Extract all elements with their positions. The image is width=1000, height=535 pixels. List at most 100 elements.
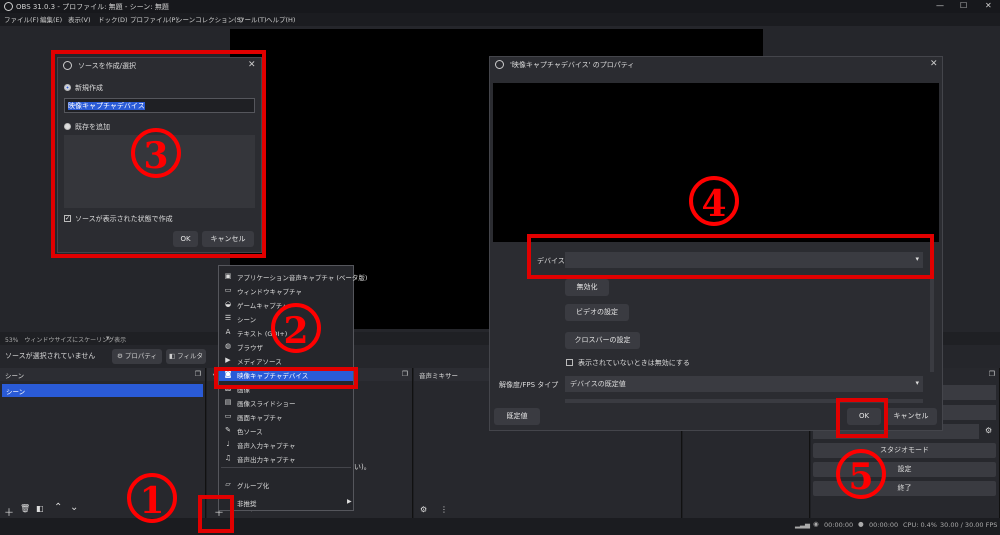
resolution-type-select[interactable]: デバイスの既定値 ▾ bbox=[565, 376, 923, 392]
menu-help[interactable]: ヘルプ(H) bbox=[266, 14, 295, 24]
gamepad-icon: ◒ bbox=[224, 300, 232, 308]
chevron-down-icon: ▾ bbox=[915, 379, 919, 387]
disable-button[interactable]: 無効化 bbox=[565, 279, 609, 296]
more-icon[interactable]: ⋮ bbox=[440, 505, 448, 514]
menu-item-label: 音声入力キャプチャ bbox=[237, 442, 296, 450]
audio-settings-icon[interactable]: ⚙ bbox=[420, 505, 427, 514]
menu-item-window-capture[interactable]: ▭ ウィンドウキャプチャ bbox=[219, 283, 353, 297]
dock-undock-icon[interactable]: ❐ bbox=[989, 370, 995, 378]
trash-icon[interactable]: 🗑 bbox=[20, 504, 30, 513]
filter-icon: ◧ bbox=[168, 352, 176, 360]
menu-item-label: 画像スライドショー bbox=[237, 400, 296, 408]
obs-logo-icon bbox=[495, 60, 504, 69]
maximize-button[interactable]: ☐ bbox=[960, 1, 967, 10]
menu-bar: ファイル(F) 編集(E) 表示(V) ドック(D) プロファイル(P) シーン… bbox=[0, 13, 1000, 26]
resolution-type-value: デバイスの既定値 bbox=[570, 380, 626, 388]
annotation-number-1: 1 bbox=[127, 473, 177, 523]
defaults-button[interactable]: 既定値 bbox=[494, 408, 540, 425]
filters-button[interactable]: ◧ フィルタ bbox=[166, 349, 206, 364]
menu-scene-collection[interactable]: シーンコレクション(S) bbox=[176, 14, 243, 24]
menu-item-deprecated[interactable]: 非推奨 ▶ bbox=[219, 495, 353, 509]
props-cancel-button[interactable]: キャンセル bbox=[885, 408, 937, 425]
menu-item-label: ウィンドウキャプチャ bbox=[237, 288, 302, 296]
menu-item-color-source[interactable]: ✎ 色ソース bbox=[219, 423, 353, 437]
scene-list-item[interactable]: シーン bbox=[2, 384, 203, 397]
resolution-type-label: 解像度/FPS タイプ bbox=[499, 381, 559, 389]
menu-item-label: シーン bbox=[237, 316, 257, 324]
text-icon: A bbox=[225, 328, 231, 336]
sources-hint-text: い)。 bbox=[354, 463, 371, 471]
menu-item-label: ブラウザ bbox=[237, 344, 263, 352]
audio-footer: ⚙ ⋮ bbox=[418, 505, 458, 518]
annotation-box-add-button bbox=[198, 495, 234, 533]
dock-undock-icon[interactable]: ❐ bbox=[402, 370, 408, 378]
annotation-box-device bbox=[527, 234, 934, 279]
menu-item-audio-output[interactable]: ♫ 音声出力キャプチャ bbox=[219, 451, 353, 465]
zoom-dropdown-icon[interactable]: ▾ bbox=[106, 334, 110, 342]
stream-time: 00:00:00 bbox=[824, 521, 854, 529]
menu-item-image-slideshow[interactable]: ▤ 画像スライドショー bbox=[219, 395, 353, 409]
menu-dock[interactable]: ドック(D) bbox=[98, 14, 128, 24]
annotation-number-2: 2 bbox=[271, 303, 321, 353]
close-button[interactable]: ✕ bbox=[985, 1, 992, 10]
window-icon: ▭ bbox=[224, 286, 232, 294]
record-time: 00:00:00 bbox=[869, 521, 899, 529]
video-settings-button[interactable]: ビデオの設定 bbox=[565, 304, 629, 321]
menu-edit[interactable]: 編集(E) bbox=[40, 14, 62, 24]
monitor-icon: ▭ bbox=[224, 412, 232, 420]
brush-icon: ✎ bbox=[225, 426, 231, 434]
deactivate-label: 表示されていないときは無効にする bbox=[578, 359, 690, 367]
scene-filter-icon[interactable]: ◧ bbox=[36, 504, 44, 513]
properties-dialog-title: '映像キャプチャデバイス' のプロパティ bbox=[510, 61, 635, 69]
menu-item-label: 画面キャプチャ bbox=[237, 414, 283, 422]
crossbar-settings-button[interactable]: クロスバーの設定 bbox=[565, 332, 640, 349]
add-scene-icon[interactable]: ＋ bbox=[4, 504, 14, 519]
move-up-icon[interactable]: ⌃ bbox=[54, 502, 62, 513]
scenes-dock-title: シーン bbox=[5, 372, 25, 380]
minimize-button[interactable]: — bbox=[936, 1, 944, 10]
annotation-number-4: 4 bbox=[689, 176, 739, 226]
menu-tools[interactable]: ツール(T) bbox=[238, 14, 267, 24]
virtual-camera-gear-icon[interactable]: ⚙ bbox=[985, 426, 992, 435]
deactivate-checkbox[interactable] bbox=[566, 359, 573, 366]
menu-item-label: メディアソース bbox=[237, 358, 282, 366]
slideshow-icon: ▤ bbox=[224, 398, 232, 406]
menu-item-label: 音声出力キャプチャ bbox=[237, 456, 296, 464]
record-status-icon: ● bbox=[858, 520, 864, 528]
menu-item-group[interactable]: ▱ グループ化 bbox=[219, 477, 353, 491]
menu-item-app-audio[interactable]: ▣ アプリケーション音声キャプチャ (ベータ版) bbox=[219, 269, 368, 283]
stream-status-icon: ◉ bbox=[813, 520, 819, 528]
annotation-number-3: 3 bbox=[131, 128, 181, 178]
menu-item-label: 非推奨 bbox=[237, 500, 257, 508]
close-icon[interactable]: ✕ bbox=[930, 59, 938, 69]
signal-icon: ▂▃▅ bbox=[795, 521, 810, 529]
menu-view[interactable]: 表示(V) bbox=[68, 14, 91, 24]
menu-item-display-capture[interactable]: ▭ 画面キャプチャ bbox=[219, 409, 353, 423]
title-bar: OBS 31.0.3 - プロファイル: 無題 - シーン: 無題 — ☐ ✕ bbox=[0, 0, 1000, 13]
app-audio-icon: ▣ bbox=[224, 272, 232, 280]
audio-dock-title: 音声ミキサー bbox=[419, 372, 458, 380]
properties-label: プロパティ bbox=[124, 352, 158, 360]
menu-file[interactable]: ファイル(F) bbox=[4, 14, 39, 24]
move-down-icon[interactable]: ⌄ bbox=[70, 502, 78, 513]
window-title: OBS 31.0.3 - プロファイル: 無題 - シーン: 無題 bbox=[16, 3, 169, 11]
scenes-dock-header: シーン bbox=[0, 368, 205, 381]
menu-item-label: アプリケーション音声キャプチャ (ベータ版) bbox=[237, 274, 368, 282]
gear-icon: ⚙ bbox=[116, 352, 123, 360]
submenu-arrow-icon: ▶ bbox=[347, 498, 352, 505]
menu-item-audio-input[interactable]: ♩ 音声入力キャプチャ bbox=[219, 437, 353, 451]
list-icon: ☰ bbox=[224, 314, 232, 322]
properties-button[interactable]: ⚙ プロパティ bbox=[112, 349, 162, 364]
source-status: ソースが選択されていません bbox=[5, 352, 96, 360]
cpu-usage: CPU: 0.4% bbox=[903, 521, 937, 529]
globe-icon: ◍ bbox=[224, 342, 232, 350]
studio-mode-button[interactable]: スタジオモード bbox=[813, 443, 996, 458]
dock-undock-icon[interactable]: ❐ bbox=[195, 370, 201, 378]
annotation-box-menu-item bbox=[214, 367, 358, 389]
obs-logo-icon bbox=[4, 2, 13, 11]
folder-icon: ▱ bbox=[225, 480, 231, 488]
menu-item-media-source[interactable]: ▶ メディアソース bbox=[219, 353, 353, 367]
menu-profile[interactable]: プロファイル(P) bbox=[130, 14, 178, 24]
menu-item-label: 色ソース bbox=[237, 428, 263, 436]
microphone-icon: ♩ bbox=[226, 440, 230, 448]
